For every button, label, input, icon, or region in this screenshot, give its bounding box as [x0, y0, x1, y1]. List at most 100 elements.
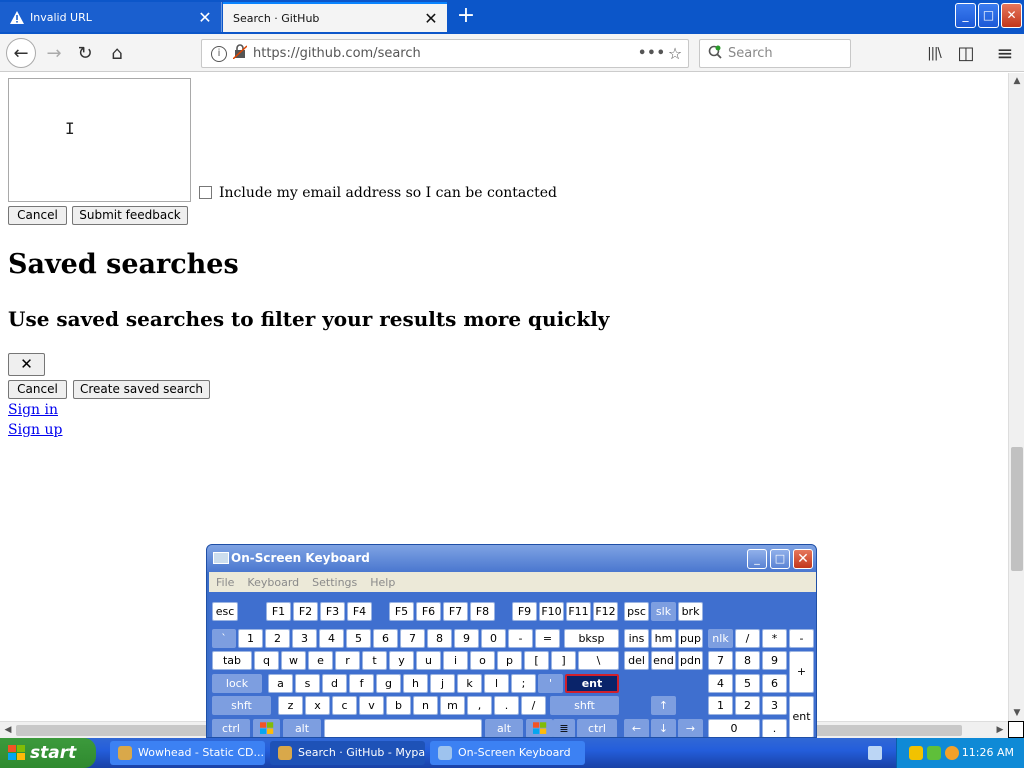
- vertical-scrollbar[interactable]: ▲ ▼: [1008, 73, 1024, 721]
- osk-key-g[interactable]: g: [376, 674, 401, 693]
- osk-key-1[interactable]: 1: [238, 629, 263, 648]
- reload-button[interactable]: ↻: [71, 39, 99, 67]
- vertical-scroll-thumb[interactable]: [1011, 447, 1023, 571]
- sign-up-link[interactable]: Sign up: [8, 422, 62, 438]
- submit-feedback-button[interactable]: Submit feedback: [72, 206, 188, 225]
- osk-key-x59[interactable]: ;: [511, 674, 536, 693]
- osk-menu-settings[interactable]: Settings: [312, 576, 357, 589]
- osk-key-windows-icon[interactable]: [253, 719, 280, 737]
- osk-key-4[interactable]: 4: [708, 674, 733, 693]
- osk-close-button[interactable]: ✕: [793, 549, 813, 569]
- scroll-right-icon[interactable]: ▶: [992, 722, 1008, 739]
- osk-key-F9[interactable]: F9: [512, 602, 537, 621]
- osk-key-lock[interactable]: lock: [212, 674, 262, 693]
- osk-key-space[interactable]: [324, 719, 482, 737]
- osk-key-9[interactable]: 9: [762, 651, 787, 670]
- osk-key-0[interactable]: 0: [708, 719, 760, 737]
- osk-key-x[interactable]: x: [305, 696, 330, 715]
- osk-key-u[interactable]: u: [416, 651, 441, 670]
- osk-key-x45[interactable]: -: [508, 629, 533, 648]
- osk-key-ctrl[interactable]: ctrl: [577, 719, 617, 737]
- osk-key-F8[interactable]: F8: [470, 602, 495, 621]
- osk-menu-keyboard[interactable]: Keyboard: [247, 576, 299, 589]
- osk-key-brk[interactable]: brk: [678, 602, 703, 621]
- osk-key-o[interactable]: o: [470, 651, 495, 670]
- close-tab-icon[interactable]: ✕: [421, 9, 441, 28]
- osk-titlebar[interactable]: On-Screen Keyboard _ □ ✕: [207, 545, 816, 572]
- osk-key-l[interactable]: l: [484, 674, 509, 693]
- osk-key-7[interactable]: 7: [708, 651, 733, 670]
- osk-key-F4[interactable]: F4: [347, 602, 372, 621]
- osk-key-f[interactable]: f: [349, 674, 374, 693]
- minimize-button[interactable]: _: [955, 3, 976, 28]
- scroll-down-icon[interactable]: ▼: [1009, 705, 1024, 721]
- osk-key-m[interactable]: m: [440, 696, 465, 715]
- osk-key-i[interactable]: i: [443, 651, 468, 670]
- feedback-cancel-button[interactable]: Cancel: [8, 206, 67, 225]
- osk-key-w[interactable]: w: [281, 651, 306, 670]
- osk-key-ent[interactable]: ent: [565, 674, 619, 693]
- osk-key-x46[interactable]: .: [762, 719, 787, 737]
- osk-key-5[interactable]: 5: [735, 674, 760, 693]
- create-saved-search-button[interactable]: Create saved search: [73, 380, 210, 399]
- osk-key-h[interactable]: h: [403, 674, 428, 693]
- saved-cancel-button[interactable]: Cancel: [8, 380, 67, 399]
- osk-key-nlk[interactable]: nlk: [708, 629, 733, 648]
- osk-key-windows-icon[interactable]: [526, 719, 553, 737]
- tab-search-github[interactable]: Search · GitHub ✕: [223, 2, 447, 32]
- osk-key-x44[interactable]: ,: [467, 696, 492, 715]
- osk-key-end[interactable]: end: [651, 651, 676, 670]
- osk-key-2[interactable]: 2: [735, 696, 760, 715]
- osk-key-shft[interactable]: shft: [550, 696, 619, 715]
- osk-key-3[interactable]: 3: [762, 696, 787, 715]
- close-button[interactable]: ✕: [8, 353, 45, 376]
- osk-maximize-button[interactable]: □: [770, 549, 790, 569]
- osk-key-x96[interactable]: `: [212, 629, 236, 648]
- library-icon[interactable]: |||\: [920, 39, 948, 67]
- osk-key-F6[interactable]: F6: [416, 602, 441, 621]
- page-actions-icon[interactable]: •••: [638, 46, 665, 61]
- sign-in-link[interactable]: Sign in: [8, 402, 58, 418]
- osk-key-r[interactable]: r: [335, 651, 360, 670]
- osk-key-6[interactable]: 6: [762, 674, 787, 693]
- info-icon[interactable]: i: [211, 45, 227, 62]
- osk-key-7[interactable]: 7: [400, 629, 425, 648]
- bookmark-star-icon[interactable]: ☆: [662, 44, 688, 63]
- osk-key-alt[interactable]: alt: [283, 719, 321, 737]
- osk-key-x45[interactable]: -: [789, 629, 814, 648]
- osk-key-y[interactable]: y: [389, 651, 414, 670]
- osk-key-9[interactable]: 9: [454, 629, 479, 648]
- osk-key-hm[interactable]: hm: [651, 629, 676, 648]
- osk-key-del[interactable]: del: [624, 651, 649, 670]
- language-icon[interactable]: [868, 746, 882, 760]
- osk-key-x43[interactable]: +: [789, 651, 814, 693]
- osk-key-alt[interactable]: alt: [485, 719, 523, 737]
- sidebar-icon[interactable]: ◫: [952, 39, 980, 67]
- osk-key-1[interactable]: 1: [708, 696, 733, 715]
- tab-invalid-url[interactable]: Invalid URL ✕: [0, 2, 222, 32]
- osk-key-5[interactable]: 5: [346, 629, 371, 648]
- osk-key-p[interactable]: p: [497, 651, 522, 670]
- include-email-checkbox[interactable]: [199, 186, 212, 199]
- osk-key-2[interactable]: 2: [265, 629, 290, 648]
- osk-key-x8593[interactable]: ↑: [651, 696, 676, 715]
- osk-key-t[interactable]: t: [362, 651, 387, 670]
- osk-key-x8594[interactable]: →: [678, 719, 703, 737]
- osk-key-bksp[interactable]: bksp: [564, 629, 619, 648]
- osk-key-n[interactable]: n: [413, 696, 438, 715]
- osk-key-F7[interactable]: F7: [443, 602, 468, 621]
- osk-key-4[interactable]: 4: [319, 629, 344, 648]
- osk-key-F2[interactable]: F2: [293, 602, 318, 621]
- osk-key-a[interactable]: a: [268, 674, 293, 693]
- osk-key-ent[interactable]: ent: [789, 696, 814, 737]
- osk-key-8[interactable]: 8: [427, 629, 452, 648]
- menu-icon[interactable]: ≡: [991, 39, 1019, 67]
- osk-key-x91[interactable]: [: [524, 651, 549, 670]
- scroll-left-icon[interactable]: ◀: [0, 722, 16, 739]
- osk-key-x93[interactable]: ]: [551, 651, 576, 670]
- osk-key-8[interactable]: 8: [735, 651, 760, 670]
- osk-key-slk[interactable]: slk: [651, 602, 676, 621]
- network-icon[interactable]: [927, 746, 941, 760]
- osk-key-x47[interactable]: /: [735, 629, 760, 648]
- osk-key-k[interactable]: k: [457, 674, 482, 693]
